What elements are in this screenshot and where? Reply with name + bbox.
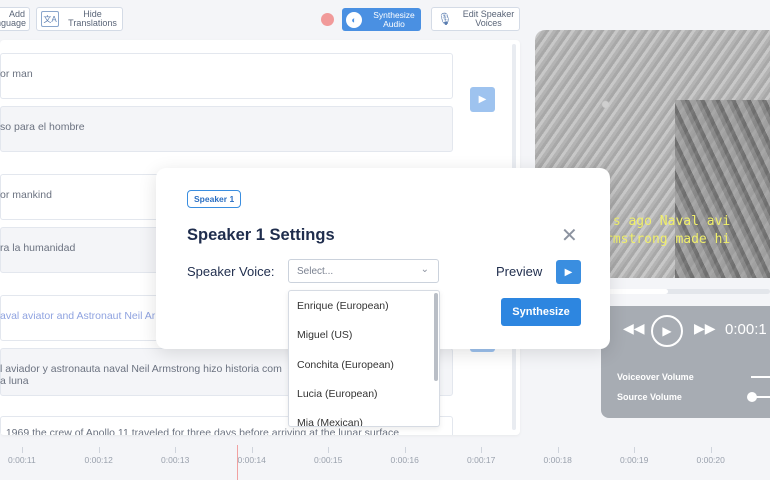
timeline-tick-label: 0:00:12	[84, 455, 113, 465]
timeline-tick-label: 0:00:18	[543, 455, 572, 465]
playback-time: 0:00:1	[725, 321, 767, 338]
close-icon[interactable]: ✕	[561, 223, 578, 248]
timeline-tick-mark	[404, 447, 406, 453]
play-segment-button[interactable]: ▶	[470, 87, 495, 112]
timeline-tick-label: 0:00:11	[8, 455, 36, 465]
segment-source[interactable]: or man	[0, 53, 453, 99]
speaker-voice-select[interactable]: Select... ⌄	[288, 259, 439, 283]
play-icon: ▶	[478, 94, 487, 105]
rewind-icon[interactable]: ◀◀	[623, 320, 645, 337]
timeline-tick-mark	[481, 447, 482, 453]
record-indicator[interactable]	[321, 13, 334, 26]
source-volume-knob[interactable]	[747, 392, 757, 402]
video-subtitle: 's ago Naval avi	[605, 214, 731, 229]
video-progress-bar[interactable]	[603, 289, 770, 294]
modal-title: Speaker 1 Settings	[187, 226, 335, 244]
play-button[interactable]: ▶	[651, 315, 683, 347]
microphone-icon: 🎙	[437, 12, 453, 26]
video-subtitle: rmstrong made hi	[605, 232, 731, 247]
edit-speaker-voices-button[interactable]: 🎙 Edit Speaker Voices	[431, 7, 520, 31]
play-icon: ▶	[564, 266, 573, 278]
timeline-tick-label: 0:00:19	[620, 455, 649, 465]
timeline-tick-label: 0:00:20	[696, 455, 725, 465]
playhead-cursor[interactable]	[237, 445, 238, 480]
synthesize-button[interactable]: Synthesize	[501, 298, 581, 326]
timeline-tick-label: 0:00:13	[161, 455, 190, 465]
segment-translation[interactable]: so para el hombre	[0, 106, 453, 152]
chevron-down-icon: ⌄	[420, 264, 429, 275]
voice-option[interactable]: Mia (Mexican)	[297, 417, 363, 426]
timeline-tick-label: 0:00:16	[390, 455, 419, 465]
player-controls: ◀◀ ▶ ▶▶ 0:00:1 Voiceover Volume Source V…	[601, 306, 770, 418]
dropdown-scrollbar[interactable]	[434, 293, 438, 381]
timeline-tick-mark	[251, 447, 253, 453]
voice-option[interactable]: Lucia (European)	[297, 388, 378, 400]
fast-forward-icon[interactable]: ▶▶	[694, 320, 716, 337]
voice-option[interactable]: Enrique (European)	[297, 300, 389, 312]
voice-option[interactable]: Miguel (US)	[297, 329, 352, 341]
voiceover-volume-label: Voiceover Volume	[617, 372, 694, 382]
hide-translations-button[interactable]: 文A Hide Translations	[36, 7, 123, 31]
translate-icon: 文A	[41, 11, 59, 27]
timeline-tick-mark	[634, 447, 635, 453]
timeline-tick-label: 0:00:14	[237, 455, 266, 465]
timeline-tick-mark	[175, 447, 176, 453]
speaker-head-icon: ◐	[346, 11, 362, 28]
add-language-button[interactable]: Add nguage	[0, 7, 30, 31]
voiceover-volume-slider[interactable]	[751, 376, 770, 378]
synthesize-audio-button[interactable]: ◐ Synthesize Audio	[342, 8, 421, 31]
speaker-voice-label: Speaker Voice:	[187, 264, 275, 279]
timeline-tick-mark	[98, 447, 100, 453]
timeline-tick-mark	[710, 447, 712, 453]
timeline[interactable]: 0:00:11 0:00:12 0:00:13 0:00:14 0:00:15 0:00:…	[0, 445, 770, 480]
video-frame-shadow	[675, 100, 770, 278]
preview-play-button[interactable]: ▶	[556, 260, 581, 284]
speaker-badge: Speaker 1	[187, 190, 242, 208]
timeline-tick-mark	[22, 447, 23, 453]
timeline-tick-mark	[328, 447, 329, 453]
timeline-tick-label: 0:00:17	[467, 455, 496, 465]
voice-dropdown-list: Enrique (European) Miguel (US) Conchita …	[288, 290, 440, 427]
timeline-tick-mark	[557, 447, 559, 453]
preview-label: Preview	[496, 264, 543, 279]
voice-option[interactable]: Conchita (European)	[297, 359, 394, 371]
timeline-tick-label: 0:00:15	[314, 455, 343, 465]
source-volume-label: Source Volume	[617, 392, 682, 402]
play-icon: ▶	[662, 324, 672, 338]
